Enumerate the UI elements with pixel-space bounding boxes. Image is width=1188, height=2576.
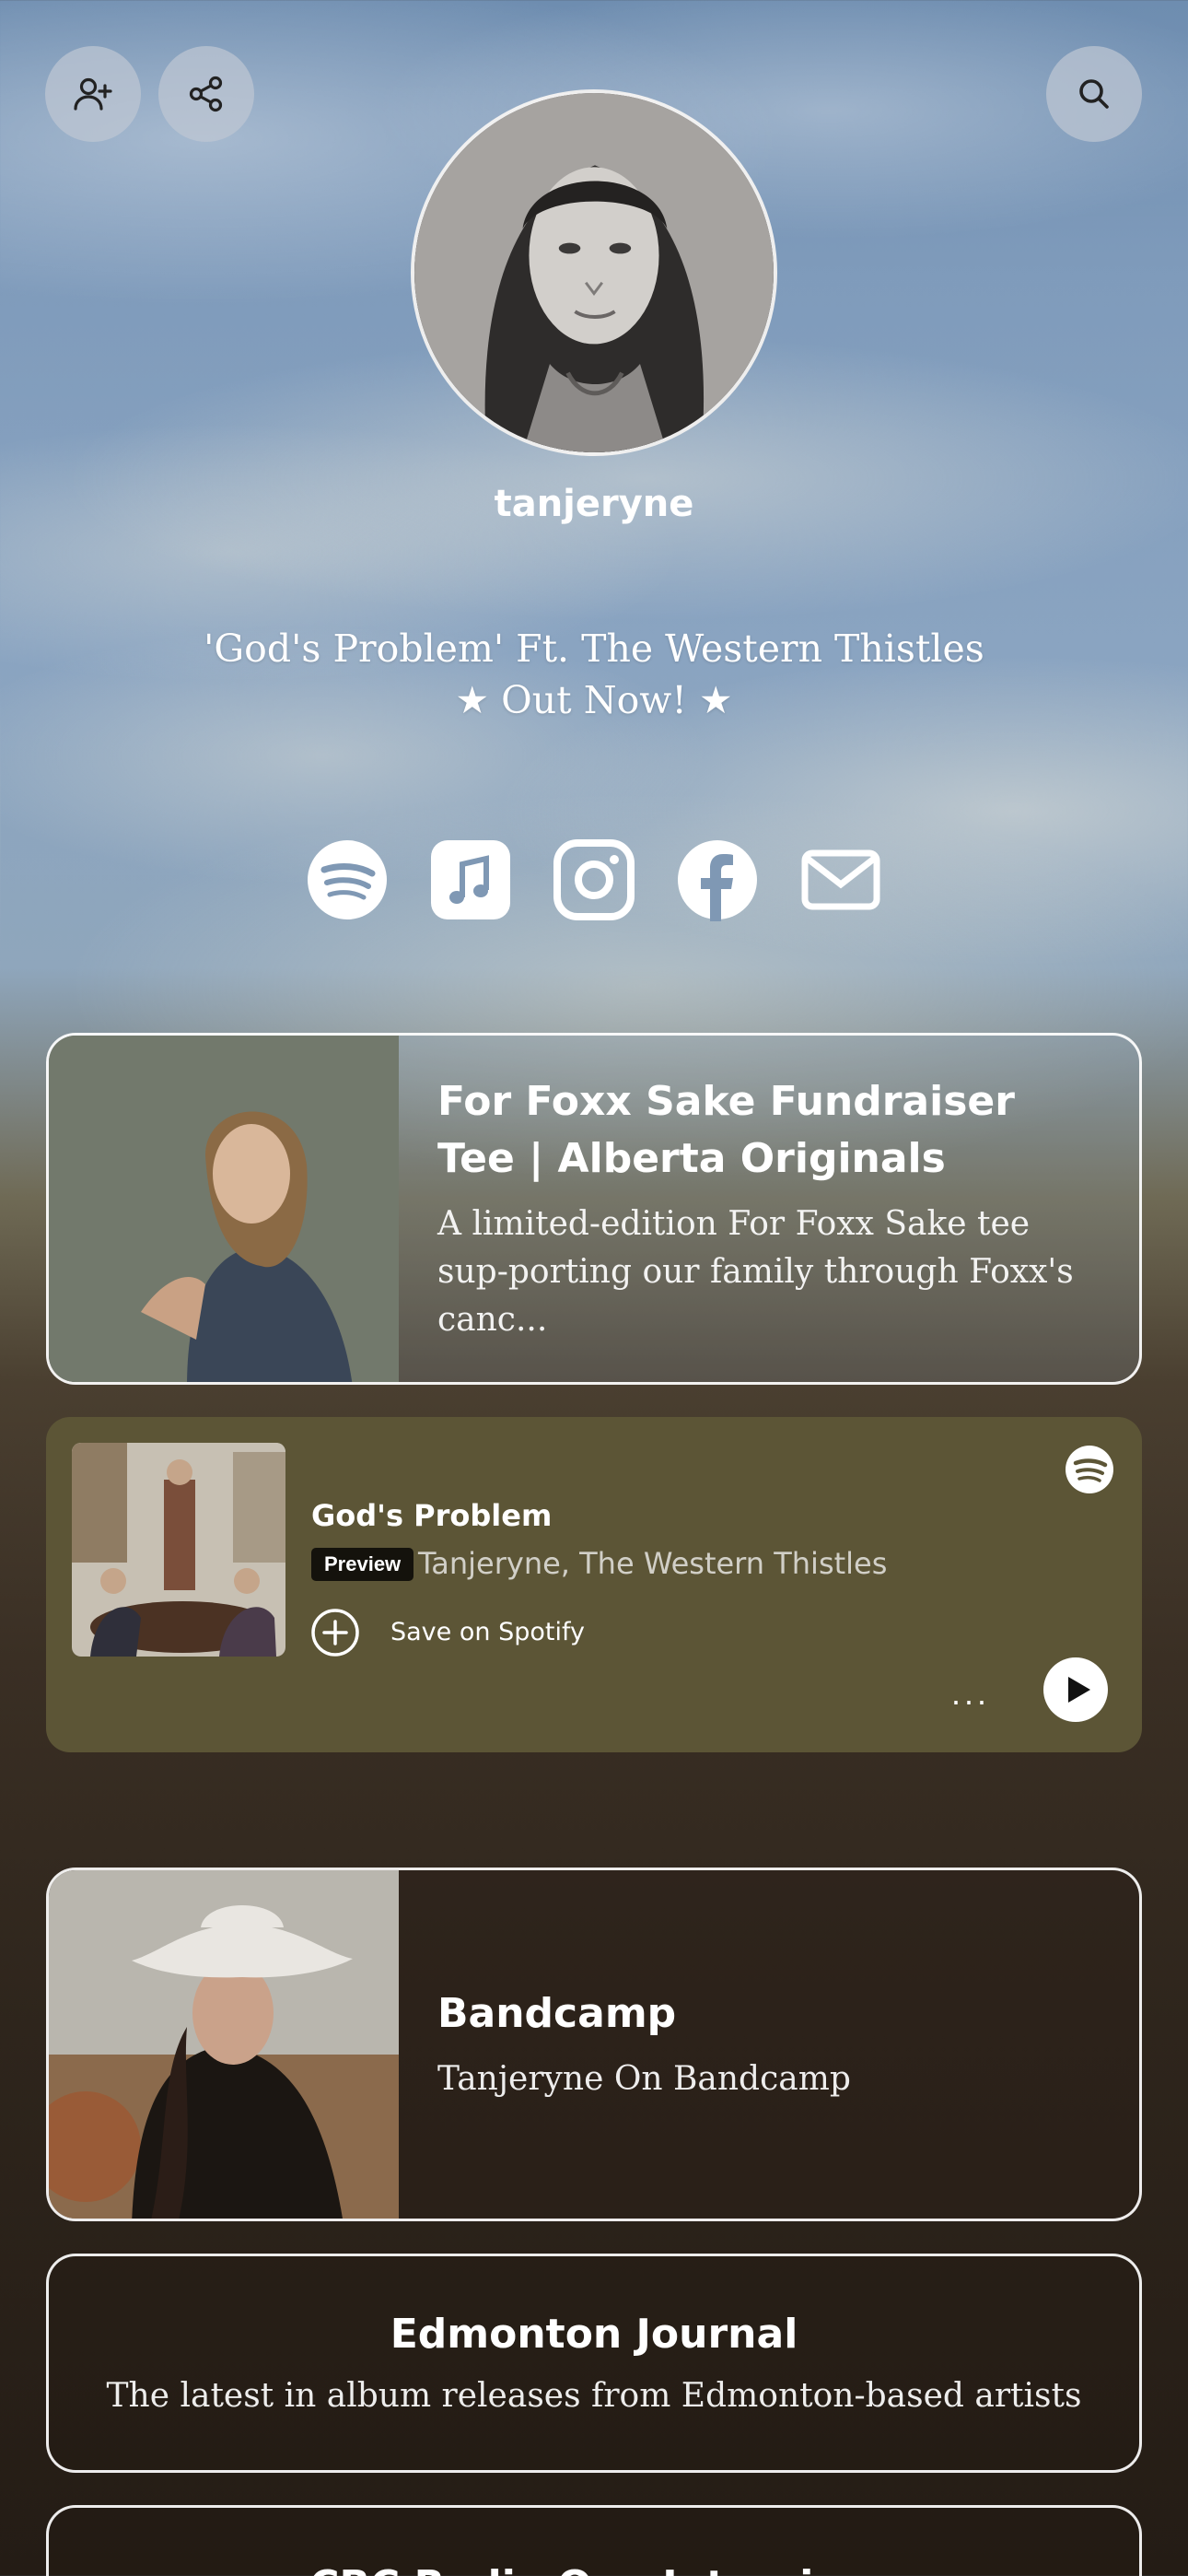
facebook-icon	[678, 840, 757, 921]
share-icon	[189, 76, 223, 112]
spotify-logo-icon[interactable]	[1065, 1445, 1114, 1494]
fundraiser-thumbnail	[49, 1036, 399, 1382]
search-icon	[1079, 79, 1109, 109]
fundraiser-title: For Foxx Sake Fundraiser Tee | Alberta O…	[437, 1078, 1015, 1182]
fundraiser-description: A limited-edition For Foxx Sake tee sup-…	[437, 1205, 1074, 1339]
bandcamp-link-card[interactable]: Bandcamp Tanjeryne On Bandcamp	[46, 1868, 1142, 2221]
edmonton-journal-link-card[interactable]: Edmonton Journal The latest in album rel…	[46, 2254, 1142, 2473]
preview-badge: Preview	[311, 1548, 414, 1581]
track-artists[interactable]: Tanjeryne, The Western Thistles	[418, 1546, 887, 1581]
tagline-line-2: ★ Out Now! ★	[455, 678, 733, 722]
social-links	[0, 838, 1188, 927]
more-options-button[interactable]: ···	[950, 1684, 989, 1717]
facebook-link[interactable]	[676, 838, 759, 921]
apple-music-icon	[431, 840, 510, 919]
tagline-line-1: 'God's Problem' Ft. The Western Thistles	[204, 626, 984, 671]
apple-music-link[interactable]	[429, 838, 512, 921]
instagram-link[interactable]	[553, 838, 635, 921]
edmonton-journal-title: Edmonton Journal	[390, 2311, 798, 2358]
fundraiser-link-card[interactable]: For Foxx Sake Fundraiser Tee | Alberta O…	[46, 1033, 1142, 1385]
spotify-embed[interactable]: God's Problem Preview Tanjeryne, The Wes…	[46, 1417, 1142, 1752]
spotify-icon	[308, 840, 387, 919]
cbc-radio-link-card[interactable]: CBC Radio One Interview	[46, 2505, 1142, 2576]
profile-username: tanjeryne	[494, 483, 694, 525]
track-title[interactable]: God's Problem	[311, 1498, 552, 1533]
search-button[interactable]	[1046, 46, 1142, 142]
follow-button[interactable]	[45, 46, 141, 142]
edmonton-journal-description: The latest in album releases from Edmont…	[106, 2377, 1082, 2415]
save-on-spotify-button[interactable]: Save on Spotify	[390, 1618, 585, 1646]
bandcamp-title: Bandcamp	[437, 1990, 677, 2037]
share-button[interactable]	[158, 46, 254, 142]
bandcamp-thumbnail	[49, 1870, 399, 2219]
spotify-link[interactable]	[306, 838, 389, 921]
email-link[interactable]	[799, 838, 882, 921]
instagram-icon	[553, 839, 635, 920]
bandcamp-description: Tanjeryne On Bandcamp	[437, 2060, 851, 2098]
profile-avatar	[411, 89, 777, 456]
profile-tagline: 'God's Problem' Ft. The Western Thistles…	[0, 623, 1188, 726]
cbc-radio-title: CBC Radio One Interview	[49, 2558, 1139, 2576]
add-user-icon	[74, 77, 112, 111]
add-circle-icon[interactable]	[309, 1607, 361, 1658]
play-icon[interactable]	[1042, 1657, 1109, 1723]
portrait-image	[414, 93, 774, 452]
email-icon	[801, 849, 880, 910]
album-art	[72, 1443, 285, 1657]
